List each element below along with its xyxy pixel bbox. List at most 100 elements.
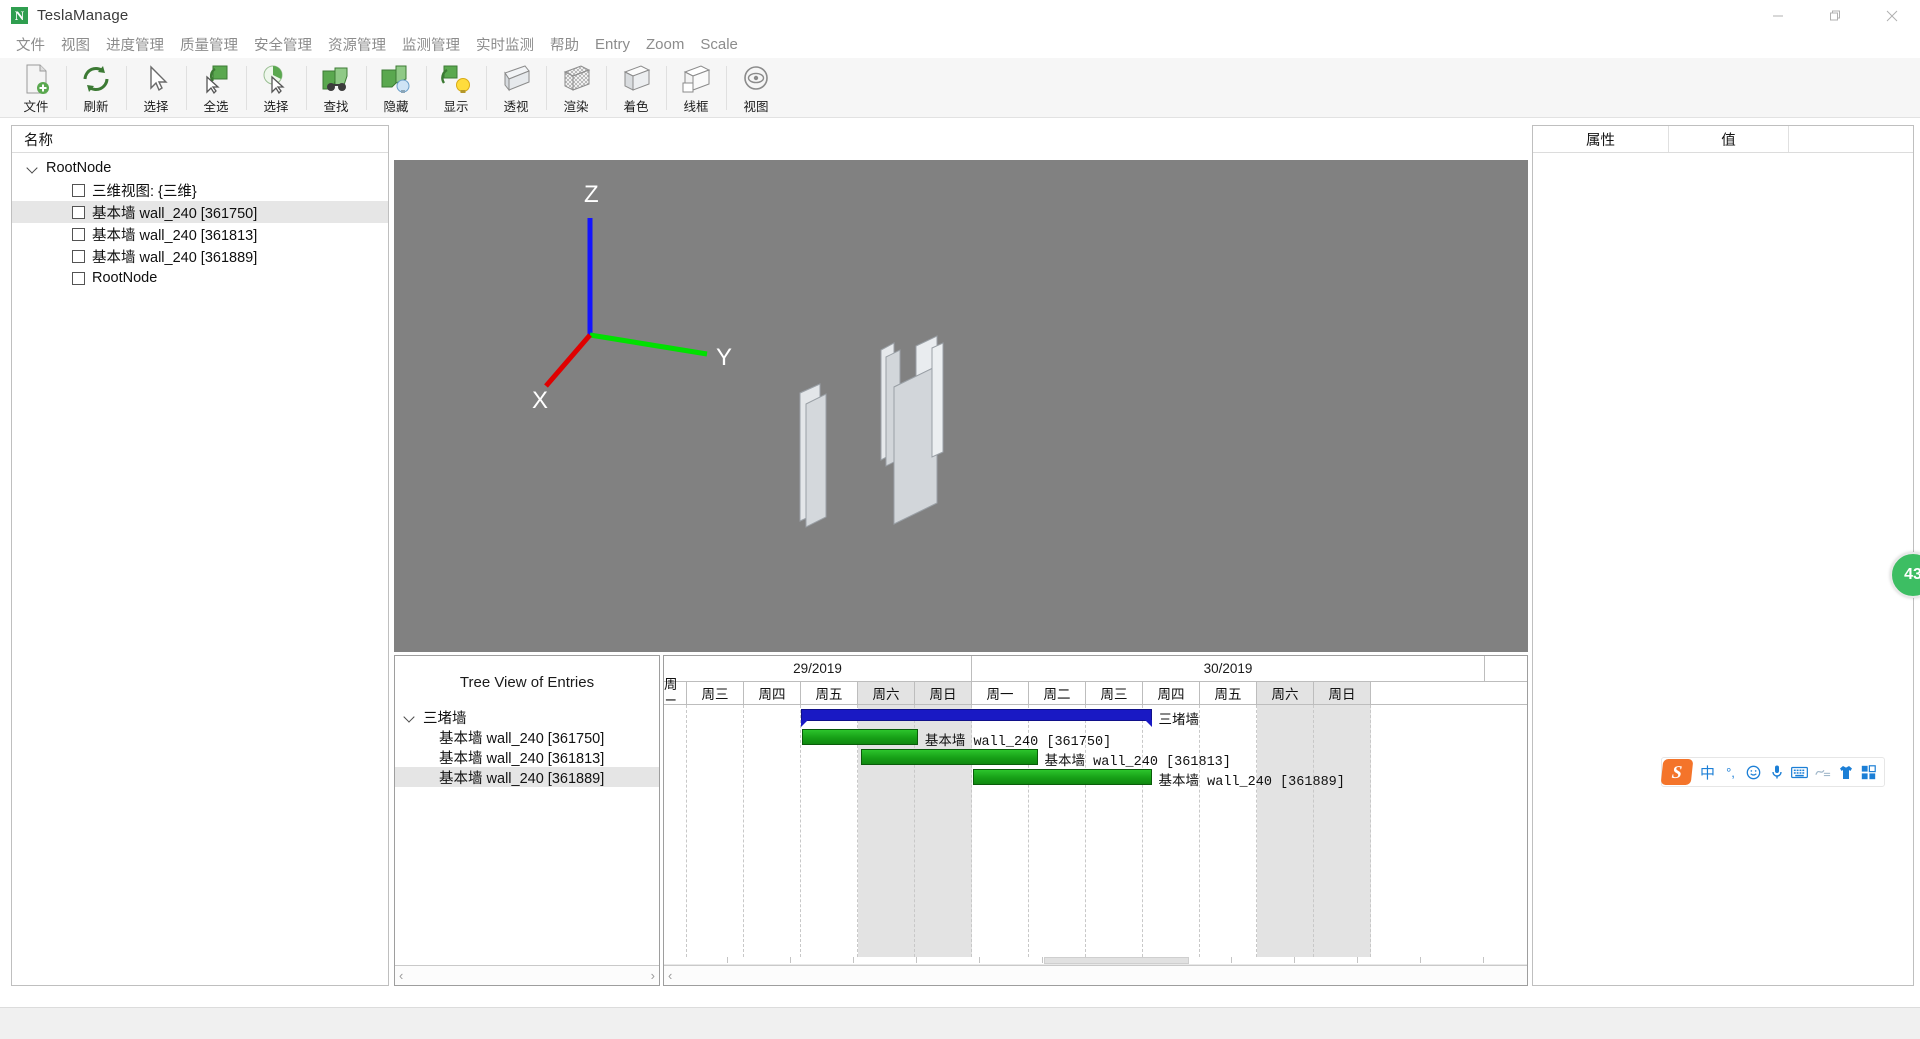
gantt-day-6: 周一 <box>972 682 1029 704</box>
sogou-logo-icon[interactable]: S <box>1660 759 1694 785</box>
tree-item-2[interactable]: 基本墙 wall_240 [361813] <box>12 223 388 245</box>
checkbox-icon[interactable] <box>72 227 85 241</box>
gantt-horizontal-scrollbar[interactable]: ‹ <box>664 965 1527 985</box>
toolbar-button-选择-4[interactable]: 选择 <box>246 60 306 116</box>
toolbar-button-label: 文件 <box>23 99 49 114</box>
gantt-scroll-tick <box>853 957 854 963</box>
gantt-task-bar[interactable] <box>802 729 918 745</box>
ime-toolbar: S 中 °, <box>1660 757 1885 787</box>
maximize-button[interactable] <box>1806 0 1863 31</box>
entries-item-2[interactable]: 基本墙 wall_240 [361889] <box>395 767 659 787</box>
gantt-summary-bar[interactable] <box>801 709 1152 727</box>
menu-item-11[interactable]: Scale <box>692 34 746 55</box>
chinese-mode-icon[interactable]: 中 <box>1696 759 1719 785</box>
chevron-down-icon[interactable] <box>403 710 417 724</box>
hide-bulb-icon <box>379 63 413 95</box>
tree-item-4[interactable]: RootNode <box>12 267 388 289</box>
menu-item-8[interactable]: 帮助 <box>542 32 587 57</box>
application-window: N TeslaManage 文件 视图 进度管理 质量管理 安全管理 资源管理 监测管理 实时… <box>0 0 1920 1039</box>
menu-item-5[interactable]: 资源管理 <box>320 32 394 57</box>
tree-item-3[interactable]: 基本墙 wall_240 [361889] <box>12 245 388 267</box>
minimize-button[interactable] <box>1749 0 1806 31</box>
tree-item-label: 三维视图: {三维} <box>92 183 197 200</box>
toolbar-button-选择-2[interactable]: 选择 <box>126 60 186 116</box>
toolbar-button-label: 渲染 <box>563 99 589 114</box>
checkbox-icon[interactable] <box>72 249 85 263</box>
toolbar-button-透视-8[interactable]: 透视 <box>486 60 546 116</box>
soft-keyboard-icon[interactable] <box>1788 759 1811 785</box>
punctuation-icon[interactable]: °, <box>1719 759 1742 785</box>
gantt-scroll-ticks <box>664 957 1527 965</box>
checkbox-icon[interactable] <box>72 183 85 197</box>
property-column-extra <box>1789 126 1913 152</box>
toolbox-icon[interactable] <box>1857 759 1880 785</box>
toolbar-button-label: 透视 <box>503 99 529 114</box>
menu-item-10[interactable]: Zoom <box>638 34 692 55</box>
tree-root-row[interactable]: RootNode <box>12 157 388 179</box>
close-button[interactable] <box>1863 0 1920 31</box>
viewport-3d[interactable]: Z Y X <box>394 160 1528 652</box>
tree-item-1[interactable]: 基本墙 wall_240 [361750] <box>12 201 388 223</box>
toolbar-button-着色-10[interactable]: 着色 <box>606 60 666 116</box>
gantt-day-header: 周二周三周四周五周六周日周一周二周三周四周五周六周日 <box>664 677 1527 712</box>
entries-panel-title: Tree View of Entries <box>459 674 595 691</box>
gantt-chart-panel: 29/201930/2019 周二周三周四周五周六周日周一周二周三周四周五周六周… <box>663 655 1528 986</box>
gantt-task-bar[interactable] <box>860 749 1038 765</box>
menu-item-4[interactable]: 安全管理 <box>246 32 320 57</box>
bottom-status-bar <box>0 1007 1920 1039</box>
toolbar-button-label: 显示 <box>443 99 469 114</box>
menu-item-6[interactable]: 监测管理 <box>394 32 468 57</box>
gantt-day-11: 周六 <box>1257 682 1314 704</box>
property-panel: 属性 值 <box>1532 125 1914 986</box>
gantt-task-bar[interactable] <box>973 769 1152 785</box>
toolbar-button-文件-0[interactable]: 文件 <box>6 60 66 116</box>
toolbar-button-全选-3[interactable]: 全选 <box>186 60 246 116</box>
toolbar-button-刷新-1[interactable]: 刷新 <box>66 60 126 116</box>
entries-root-row[interactable]: 三堵墙 <box>395 707 659 727</box>
menu-item-2[interactable]: 进度管理 <box>98 32 172 57</box>
wall-solid-1 <box>799 383 827 528</box>
gantt-body[interactable]: 三堵墙 基本墙 wall_240 [361750] 基本墙 wall_240 [36… <box>664 705 1527 957</box>
entries-horizontal-scrollbar[interactable]: ‹ › <box>395 965 659 985</box>
checkbox-icon[interactable] <box>72 271 85 285</box>
gantt-bar-label: 基本墙 wall_240 [361813] <box>1044 755 1231 770</box>
axis-triad-icon: Z Y X <box>532 181 732 414</box>
toolbar-button-label: 选择 <box>143 99 169 114</box>
viewport-scene: Z Y X <box>532 181 944 528</box>
emoji-icon[interactable] <box>1742 759 1765 785</box>
toolbar-button-显示-7[interactable]: 显示 <box>426 60 486 116</box>
toolbar-button-查找-5[interactable]: 查找 <box>306 60 366 116</box>
property-column-name: 属性 <box>1533 126 1669 152</box>
menu-item-9[interactable]: Entry <box>587 34 638 55</box>
menu-bar: 文件 视图 进度管理 质量管理 安全管理 资源管理 监测管理 实时监测 帮助 Entry Zoom S… <box>0 31 1920 58</box>
entries-item-0[interactable]: 基本墙 wall_240 [361750] <box>395 727 659 747</box>
window-title: TeslaManage <box>37 7 129 24</box>
gantt-scroll-tick <box>916 957 917 963</box>
view-target-icon <box>739 63 773 95</box>
menu-item-1[interactable]: 视图 <box>53 32 98 57</box>
tree-item-0[interactable]: 三维视图: {三维} <box>12 179 388 201</box>
toolbar-button-视图-12[interactable]: 视图 <box>726 60 786 116</box>
entries-item-1[interactable]: 基本墙 wall_240 [361813] <box>395 747 659 767</box>
skin-icon[interactable] <box>1834 759 1857 785</box>
checkbox-icon[interactable] <box>72 205 85 219</box>
gantt-bar-label: 三堵墙 <box>1158 712 1200 727</box>
model-tree: RootNode 三维视图: {三维} 基本墙 wall_240 [361750]… <box>12 153 388 289</box>
gantt-scroll-tick <box>1231 957 1232 963</box>
toolbar-button-线框-11[interactable]: 线框 <box>666 60 726 116</box>
scroll-right-icon[interactable]: › <box>651 969 655 982</box>
title-bar: N TeslaManage <box>0 0 1920 31</box>
voice-input-icon[interactable] <box>1765 759 1788 785</box>
scroll-left-icon[interactable]: ‹ <box>668 968 672 983</box>
gantt-scroll-thumb[interactable] <box>1044 957 1189 964</box>
gantt-day-1: 周三 <box>687 682 744 704</box>
menu-item-0[interactable]: 文件 <box>8 32 53 57</box>
chevron-down-icon[interactable] <box>26 161 40 175</box>
menu-item-7[interactable]: 实时监测 <box>468 32 542 57</box>
menu-item-3[interactable]: 质量管理 <box>172 32 246 57</box>
toolbar-button-渲染-9[interactable]: 渲染 <box>546 60 606 116</box>
handwriting-icon[interactable] <box>1811 759 1834 785</box>
scroll-left-icon[interactable]: ‹ <box>399 969 403 982</box>
toolbar-button-隐藏-6[interactable]: 隐藏 <box>366 60 426 116</box>
gantt-scroll-tick <box>1042 957 1043 963</box>
